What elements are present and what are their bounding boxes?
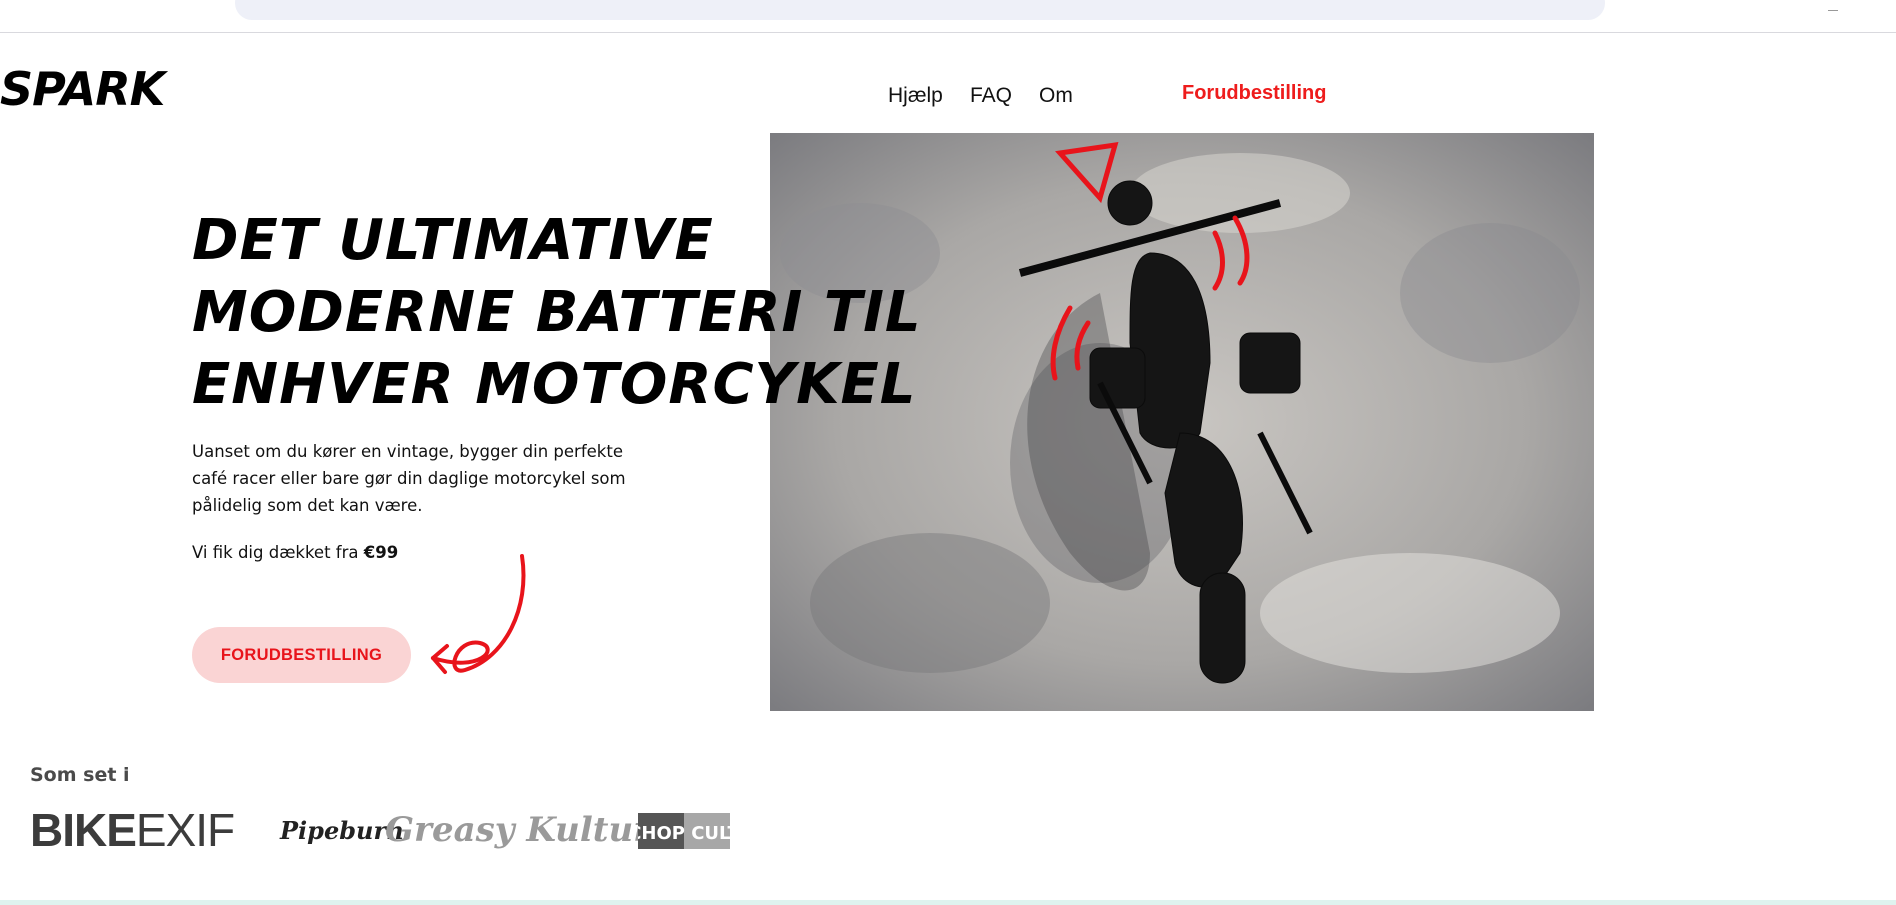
greasy-kulture-logo: Greasy Kulture [385, 810, 673, 850]
hero-motorcycle-image [770, 133, 1594, 711]
nav-link-help[interactable]: Hjælp [888, 84, 943, 108]
price-line: Vi fik dig dækket fra €99 [192, 543, 398, 562]
price-value: €99 [363, 543, 399, 562]
price-prefix: Vi fik dig dækket fra [192, 543, 364, 562]
hero-headline-line-1: DET ULTIMATIVE [192, 208, 714, 273]
hero-description: Uanset om du kører en vintage, bygger di… [192, 442, 626, 515]
curly-arrow-icon [431, 554, 526, 674]
brand-logo[interactable]: SPARK [0, 62, 165, 116]
nav-link-faq[interactable]: FAQ [970, 84, 1012, 108]
hero-headline-line-3: ENHVER MOTORCYKEL [192, 352, 917, 417]
bikeexif-logo-bold: BIKE [30, 804, 137, 856]
address-bar[interactable] [235, 0, 1605, 20]
hero-headline: DET ULTIMATIVE MODERNE BATTERI TIL ENHVE… [192, 205, 922, 421]
window-control [1828, 10, 1838, 11]
chop-cult-logo-text: CHOP CULT [638, 823, 730, 844]
chop-cult-logo: CHOP CULT [638, 813, 730, 849]
hero-headline-line-2: MODERNE BATTERI TIL [192, 280, 922, 345]
browser-bar [0, 0, 1896, 33]
brand-logo-text: SPARK [0, 62, 165, 116]
preorder-button[interactable]: FORUDBESTILLING [192, 627, 411, 683]
nav-preorder-link[interactable]: Forudbestilling [1182, 82, 1326, 105]
bikeexif-logo: BIKE EXIF [30, 804, 235, 856]
press-label: Som set i [30, 764, 130, 786]
bikeexif-logo-light: EXIF [135, 804, 235, 856]
footer-divider [0, 900, 1896, 905]
nav-link-about[interactable]: Om [1039, 84, 1073, 108]
